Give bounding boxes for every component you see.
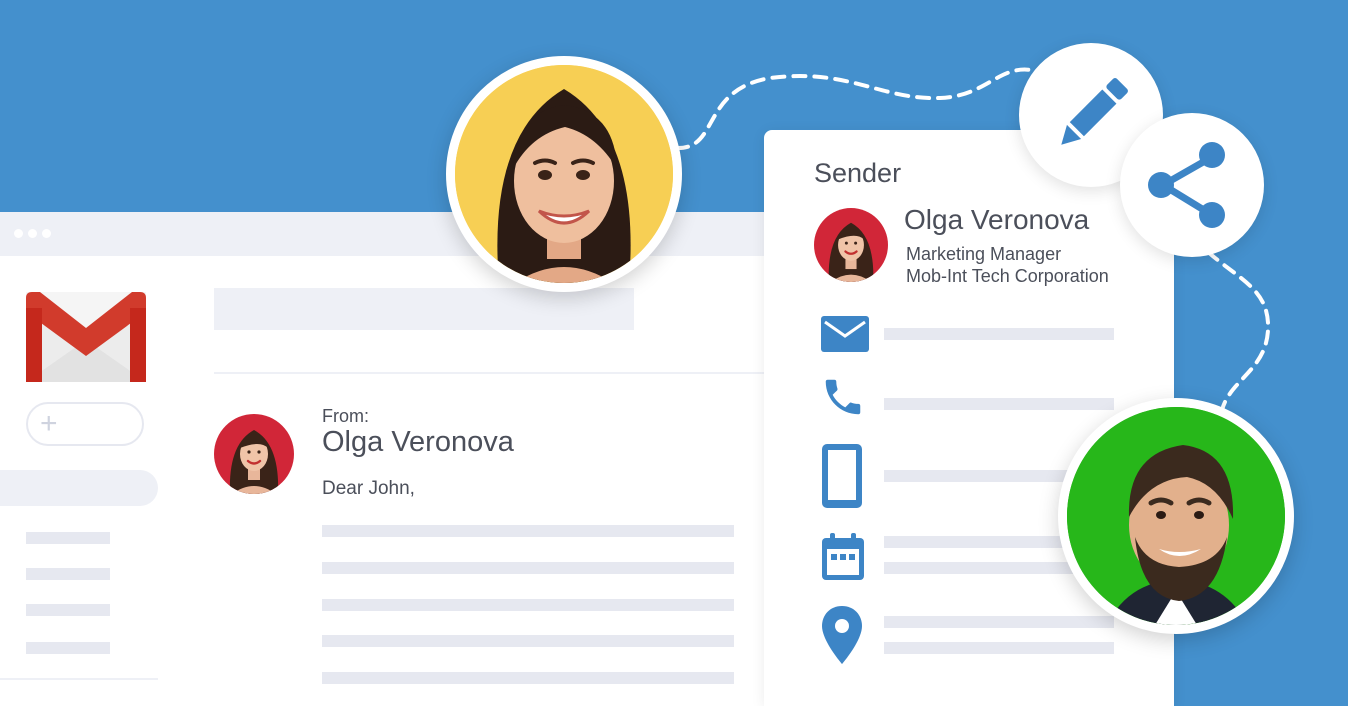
- contact-name: Olga Veronova: [904, 204, 1090, 235]
- window-dot: [14, 229, 23, 238]
- location-field-placeholder[interactable]: [884, 642, 1114, 654]
- email-body-line: [322, 672, 734, 684]
- card-title: Sender: [814, 158, 902, 188]
- location-pin-icon: [822, 606, 862, 664]
- compose-button[interactable]: +: [26, 402, 144, 446]
- sidebar-item[interactable]: [26, 568, 110, 580]
- contact-company: Mob-Int Tech Corporation: [906, 266, 1109, 286]
- sidebar-item[interactable]: [26, 604, 110, 616]
- envelope-icon: [821, 316, 869, 352]
- email-body-line: [322, 562, 734, 574]
- from-label: From:: [322, 406, 369, 426]
- share-button[interactable]: [1120, 113, 1264, 257]
- email-field-placeholder[interactable]: [884, 328, 1114, 340]
- sidebar-item-active[interactable]: [0, 470, 158, 506]
- mobile-phone-icon: [822, 444, 862, 508]
- window-dot: [28, 229, 37, 238]
- sidebar-item[interactable]: [26, 642, 110, 654]
- woman-photo: [446, 56, 682, 292]
- gmail-logo-icon: [26, 292, 146, 382]
- share-icon: [1148, 142, 1225, 228]
- email-subject-placeholder: [214, 288, 634, 330]
- from-name[interactable]: Olga Veronova: [322, 426, 514, 459]
- man-photo: [1058, 398, 1294, 634]
- phone-field-placeholder[interactable]: [884, 398, 1114, 410]
- sender-avatar: [214, 414, 294, 494]
- sidebar-divider: [0, 678, 158, 680]
- phone-icon: [825, 379, 861, 415]
- contact-avatar: [814, 208, 888, 282]
- email-header-divider: [214, 372, 790, 374]
- location-field-placeholder[interactable]: [884, 616, 1114, 628]
- plus-icon: +: [40, 407, 58, 440]
- sidebar-item[interactable]: [26, 532, 110, 544]
- gmail-window: + From: Olga Veronova Dear John,: [0, 212, 790, 706]
- email-body-line: [322, 599, 734, 611]
- email-greeting: Dear John,: [322, 478, 415, 499]
- calendar-icon: [822, 533, 864, 580]
- email-body-line: [322, 525, 734, 537]
- window-dot: [42, 229, 51, 238]
- contact-job-title: Marketing Manager: [906, 244, 1062, 264]
- email-body-line: [322, 635, 734, 647]
